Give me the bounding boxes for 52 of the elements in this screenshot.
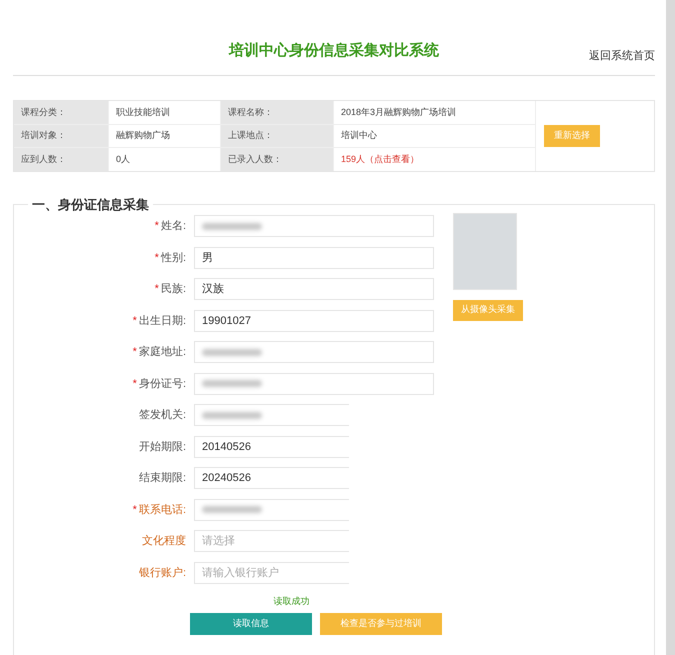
required-asterisk: *	[132, 376, 137, 392]
input-field[interactable]	[194, 372, 434, 395]
status-message: 读取成功	[272, 594, 310, 608]
blurred-value	[202, 412, 262, 419]
required-asterisk: *	[132, 314, 137, 328]
required-asterisk: *	[132, 345, 137, 360]
required-asterisk: *	[132, 502, 137, 518]
input-field[interactable]: 男	[194, 246, 434, 269]
field-label: 文化程度	[142, 534, 186, 549]
field-label: 性别:	[160, 250, 186, 266]
label-cell: 课程分类：	[14, 101, 109, 124]
required-asterisk: *	[154, 250, 159, 266]
field-label: 姓名:	[160, 219, 186, 234]
required-asterisk: *	[154, 282, 159, 297]
label-cell: 课程名称：	[221, 101, 334, 124]
input-field[interactable]	[194, 215, 434, 238]
field-placeholder: 请输入银行账户	[202, 566, 279, 580]
blurred-value	[202, 348, 262, 356]
blurred-value	[202, 222, 262, 230]
field-label: 签发机关:	[138, 408, 186, 423]
label-cell: 培训对象：	[14, 124, 109, 147]
required-asterisk: *	[154, 219, 159, 234]
field-value: 19901027	[202, 314, 251, 328]
input-field[interactable]	[194, 404, 349, 426]
label-cell: 应到人数：	[14, 148, 109, 170]
input-field[interactable]	[194, 498, 349, 521]
blurred-value	[202, 506, 262, 514]
blurred-value	[202, 380, 262, 388]
read-info-button[interactable]: 读取信息	[190, 613, 312, 635]
input-field[interactable]: 19901027	[194, 310, 434, 332]
input-field[interactable]: 20140526	[194, 436, 349, 458]
field-value: 20140526	[202, 440, 251, 454]
field-label: 家庭地址:	[138, 344, 186, 360]
field-label: 身份证号:	[138, 376, 186, 392]
field-label: 出生日期:	[138, 314, 186, 328]
input-field[interactable]: 汉族	[194, 278, 434, 300]
input-field[interactable]	[194, 341, 434, 364]
page-title: 培训中心身份信息采集对比系统	[229, 41, 439, 61]
label-cell: 上课地点：	[221, 124, 334, 147]
field-label: 结束期限:	[138, 471, 186, 486]
label-cell: 已录入人数：	[221, 148, 334, 170]
field-value: 20240526	[202, 471, 251, 486]
field-label: 民族:	[160, 282, 186, 297]
field-value: 汉族	[202, 282, 224, 297]
field-label: 开始期限:	[138, 440, 186, 454]
field-label: 银行账户:	[138, 566, 186, 580]
field-label: 联系电话:	[138, 502, 186, 518]
section-title: 一、身份证信息采集	[28, 194, 153, 214]
home-link[interactable]: 返回系统首页	[589, 48, 655, 64]
input-field[interactable]: 20240526	[194, 467, 349, 490]
field-placeholder: 请选择	[202, 534, 235, 549]
field-value: 男	[202, 250, 213, 266]
